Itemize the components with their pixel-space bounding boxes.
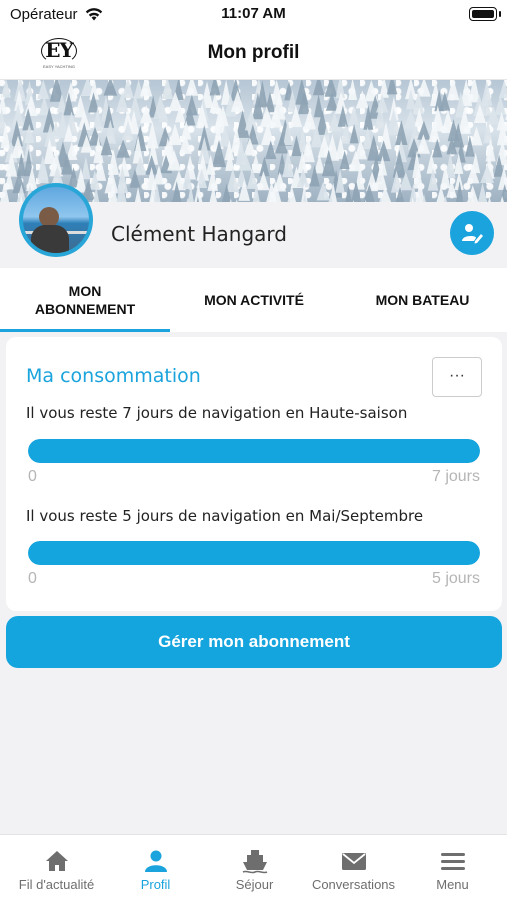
tab-label: MON ACTIVITÉ <box>204 292 304 308</box>
user-name: Clément Hangard <box>111 222 287 246</box>
tabbar-item-profile[interactable]: Profil <box>105 835 206 900</box>
midseason-max-label: 5 jours <box>431 570 480 587</box>
tabbar-label: Séjour <box>235 877 274 892</box>
card-title: Ma consommation <box>26 365 201 387</box>
profile-tabs: MON ABONNEMENT MON ACTIVITÉ MON BATEAU <box>0 268 507 332</box>
midseason-min-label: 0 <box>28 570 37 587</box>
tabbar-label: Menu <box>436 877 469 892</box>
tabbar-label: Fil d'actualité <box>18 877 95 892</box>
tab-label: MON BATEAU <box>375 292 470 308</box>
tabbar-item-feed[interactable]: Fil d'actualité <box>6 835 107 900</box>
tabbar-item-menu[interactable]: Menu <box>402 835 503 900</box>
status-bar: Opérateur 11:07 AM <box>0 0 507 30</box>
edit-person-icon <box>462 224 483 244</box>
boat-icon <box>242 850 268 874</box>
active-tab-indicator <box>0 329 170 332</box>
hamburger-icon <box>441 853 465 870</box>
person-icon <box>145 850 167 872</box>
envelope-icon <box>342 853 366 870</box>
cover-image <box>0 80 507 202</box>
bottom-tab-bar: Fil d'actualité Profil Séjour Conversati… <box>0 834 507 900</box>
tab-mon-abonnement[interactable]: MON ABONNEMENT <box>0 268 170 332</box>
nav-bar: EY EASY YACHTING Mon profil <box>0 30 507 80</box>
home-icon <box>46 851 68 871</box>
tab-label: MON ABONNEMENT <box>34 283 136 317</box>
tabbar-label: Conversations <box>311 877 396 892</box>
battery-icon <box>469 7 501 21</box>
highseason-progress-bar <box>28 439 480 463</box>
tab-mon-bateau[interactable]: MON BATEAU <box>338 268 507 332</box>
avatar[interactable] <box>19 183 93 257</box>
highseason-progress-fill <box>28 439 480 463</box>
midseason-progress-fill <box>28 541 480 565</box>
highseason-min-label: 0 <box>28 468 37 485</box>
tabbar-label: Profil <box>140 877 171 892</box>
more-options-button[interactable]: ··· <box>432 357 482 397</box>
page-title: Mon profil <box>207 42 300 63</box>
midseason-remaining-text: Il vous reste 5 jours de navigation en M… <box>26 507 424 525</box>
status-time: 11:07 AM <box>221 5 286 22</box>
tabbar-item-conversations[interactable]: Conversations <box>303 835 404 900</box>
tab-mon-activite[interactable]: MON ACTIVITÉ <box>170 268 338 332</box>
highseason-remaining-text: Il vous reste 7 jours de navigation en H… <box>26 404 408 422</box>
highseason-max-label: 7 jours <box>431 468 480 485</box>
consumption-card: Ma consommation ··· Il vous reste 7 jour… <box>6 337 502 611</box>
manage-subscription-button[interactable]: Gérer mon abonnement <box>6 616 502 668</box>
edit-profile-button[interactable] <box>450 211 494 255</box>
midseason-progress-bar <box>28 541 480 565</box>
tabbar-item-stay[interactable]: Séjour <box>204 835 305 900</box>
